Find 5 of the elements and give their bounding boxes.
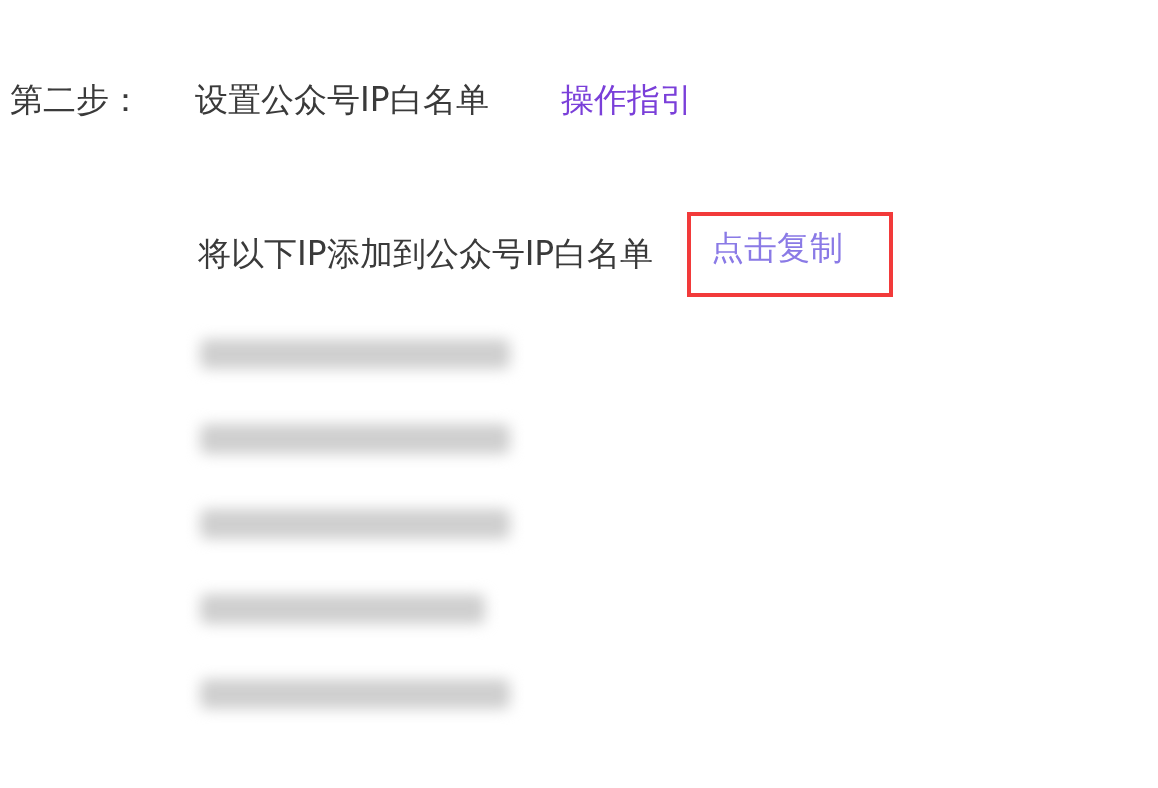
- step-title: 设置公众号IP白名单: [195, 78, 489, 121]
- step-label: 第二步：: [10, 78, 143, 121]
- instruction-text: 将以下IP添加到公众号IP白名单: [198, 233, 654, 275]
- guide-link[interactable]: 操作指引: [560, 77, 693, 123]
- copy-link[interactable]: 点击复制: [687, 212, 894, 297]
